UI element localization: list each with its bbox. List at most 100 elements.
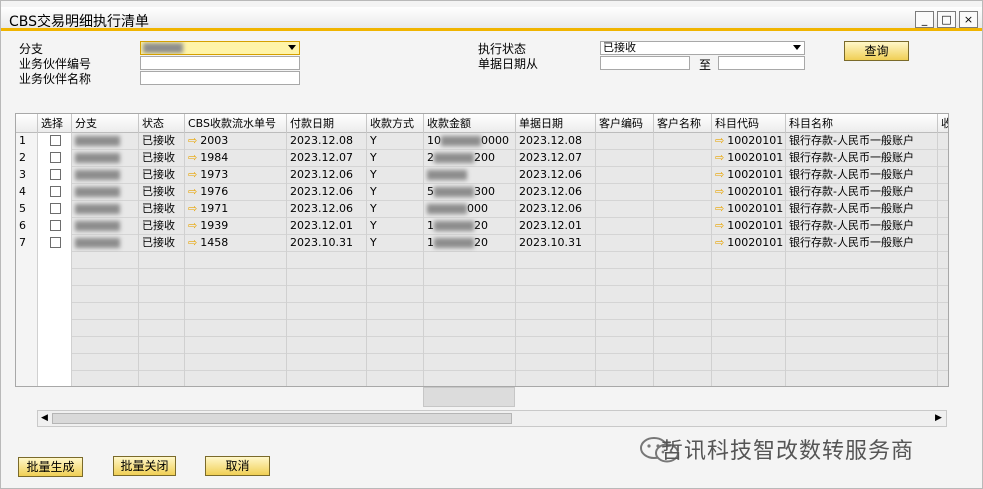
table-row[interactable]: 6 已接收 ⇨ 1939 2023.12.01 Y 1 20 2023.12.01 ⇨ 100201… bbox=[16, 218, 948, 235]
select-checkbox[interactable] bbox=[50, 169, 61, 180]
scroll-thumb[interactable] bbox=[52, 413, 512, 424]
window-title: CBS交易明细执行清单 bbox=[9, 14, 150, 30]
customer-code-cell bbox=[596, 133, 654, 150]
link-arrow-icon[interactable]: ⇨ bbox=[188, 235, 197, 251]
batch-close-button[interactable]: 批量关闭 bbox=[113, 456, 176, 476]
header-pay-date[interactable]: 付款日期 bbox=[287, 114, 367, 133]
select-cell bbox=[38, 218, 72, 235]
scroll-right-icon[interactable]: ▶ bbox=[935, 413, 942, 423]
select-checkbox[interactable] bbox=[50, 152, 61, 163]
date-from-input[interactable] bbox=[600, 56, 690, 70]
status-cell: 已接收 bbox=[139, 150, 185, 167]
link-arrow-icon[interactable]: ⇨ bbox=[715, 167, 724, 183]
table-row[interactable] bbox=[16, 354, 948, 371]
header-customer-code[interactable]: 客户编码 bbox=[596, 114, 654, 133]
title-bar[interactable]: CBS交易明细执行清单 _ □ × bbox=[1, 7, 982, 31]
date-to-input[interactable] bbox=[718, 56, 805, 70]
account-name-cell: 银行存款-人民币一般账户 bbox=[786, 201, 938, 218]
header-amount[interactable]: 收款金额 bbox=[424, 114, 516, 133]
link-arrow-icon[interactable]: ⇨ bbox=[715, 201, 724, 217]
select-checkbox[interactable] bbox=[50, 220, 61, 231]
empty-cell bbox=[287, 371, 367, 386]
table-row[interactable] bbox=[16, 337, 948, 354]
table-row[interactable] bbox=[16, 303, 948, 320]
header-serial[interactable]: CBS收款流水单号 bbox=[185, 114, 287, 133]
link-arrow-icon[interactable]: ⇨ bbox=[715, 150, 724, 166]
account-code-value: 10020101 bbox=[727, 168, 784, 181]
method-cell: Y bbox=[367, 235, 424, 252]
branch-redacted bbox=[75, 153, 120, 163]
vertical-scrollbar[interactable]: ▲ ▼ bbox=[948, 133, 949, 387]
table-row[interactable] bbox=[16, 371, 948, 386]
select-checkbox[interactable] bbox=[50, 203, 61, 214]
table-row[interactable]: 4 已接收 ⇨ 1976 2023.12.06 Y 5 300 2023.12.06 ⇨ 10020… bbox=[16, 184, 948, 201]
empty-cell bbox=[16, 320, 38, 337]
horizontal-scrollbar[interactable]: ◀ ▶ bbox=[37, 410, 947, 427]
main-window: CBS交易明细执行清单 _ □ × 分支 业务伙伴编号 业务伙伴名称 执行状态 … bbox=[0, 0, 983, 489]
header-extra[interactable]: 收 bbox=[938, 114, 948, 133]
account-name-cell: 银行存款-人民币一般账户 bbox=[786, 133, 938, 150]
select-checkbox[interactable] bbox=[50, 237, 61, 248]
amount-cell: 10 0000 bbox=[424, 133, 516, 150]
link-arrow-icon[interactable]: ⇨ bbox=[188, 184, 197, 200]
empty-cell bbox=[516, 303, 596, 320]
link-arrow-icon[interactable]: ⇨ bbox=[715, 218, 724, 234]
maximize-button[interactable]: □ bbox=[937, 11, 956, 28]
empty-cell bbox=[516, 286, 596, 303]
empty-cell bbox=[185, 337, 287, 354]
link-arrow-icon[interactable]: ⇨ bbox=[188, 201, 197, 217]
link-arrow-icon[interactable]: ⇨ bbox=[188, 218, 197, 234]
header-branch[interactable]: 分支 bbox=[72, 114, 139, 133]
table-row[interactable] bbox=[16, 269, 948, 286]
minimize-button[interactable]: _ bbox=[915, 11, 934, 28]
header-account-name[interactable]: 科目名称 bbox=[786, 114, 938, 133]
link-arrow-icon[interactable]: ⇨ bbox=[715, 235, 724, 251]
link-arrow-icon[interactable]: ⇨ bbox=[188, 167, 197, 183]
doc-date-cell: 2023.12.06 bbox=[516, 184, 596, 201]
table-row[interactable]: 3 已接收 ⇨ 1973 2023.12.06 Y 2023.12.06 ⇨ 10020101 银… bbox=[16, 167, 948, 184]
header-customer-name[interactable]: 客户名称 bbox=[654, 114, 712, 133]
partner-code-input[interactable] bbox=[140, 56, 300, 70]
table-row[interactable]: 1 已接收 ⇨ 2003 2023.12.08 Y 10 0000 2023.12.08 ⇨ 100… bbox=[16, 133, 948, 150]
empty-cell bbox=[16, 286, 38, 303]
row-number: 7 bbox=[16, 235, 38, 252]
empty-cell bbox=[424, 320, 516, 337]
table-row[interactable]: 2 已接收 ⇨ 1984 2023.12.07 Y 2 200 2023.12.07 ⇨ 10020… bbox=[16, 150, 948, 167]
branch-select[interactable] bbox=[140, 41, 300, 55]
empty-cell bbox=[424, 252, 516, 269]
header-method[interactable]: 收款方式 bbox=[367, 114, 424, 133]
table-row[interactable]: 7 已接收 ⇨ 1458 2023.10.31 Y 1 20 2023.10.31 ⇨ 100201… bbox=[16, 235, 948, 252]
select-checkbox[interactable] bbox=[50, 186, 61, 197]
empty-cell bbox=[72, 303, 139, 320]
amount-redacted bbox=[434, 153, 474, 163]
serial-cell: ⇨ 1458 bbox=[185, 235, 287, 252]
status-cell: 已接收 bbox=[139, 201, 185, 218]
header-status[interactable]: 状态 bbox=[139, 114, 185, 133]
batch-generate-button[interactable]: 批量生成 bbox=[18, 457, 83, 477]
table-row[interactable] bbox=[16, 320, 948, 337]
empty-cell bbox=[654, 337, 712, 354]
select-checkbox[interactable] bbox=[50, 135, 61, 146]
link-arrow-icon[interactable]: ⇨ bbox=[715, 133, 724, 149]
header-account-code[interactable]: 科目代码 bbox=[712, 114, 786, 133]
link-arrow-icon[interactable]: ⇨ bbox=[188, 133, 197, 149]
link-arrow-icon[interactable]: ⇨ bbox=[188, 150, 197, 166]
header-select[interactable]: 选择 bbox=[38, 114, 72, 133]
header-doc-date[interactable]: 单据日期 bbox=[516, 114, 596, 133]
partner-name-input[interactable] bbox=[140, 71, 300, 85]
close-button[interactable]: × bbox=[959, 11, 978, 28]
table-row[interactable] bbox=[16, 252, 948, 269]
empty-cell bbox=[654, 303, 712, 320]
empty-cell bbox=[38, 286, 72, 303]
partner-name-label: 业务伙伴名称 bbox=[19, 72, 92, 86]
table-row[interactable] bbox=[16, 286, 948, 303]
query-button[interactable]: 查询 bbox=[844, 41, 909, 61]
cancel-button[interactable]: 取消 bbox=[205, 456, 270, 476]
empty-cell bbox=[596, 303, 654, 320]
link-arrow-icon[interactable]: ⇨ bbox=[715, 184, 724, 200]
table-row[interactable]: 5 已接收 ⇨ 1971 2023.12.06 Y 000 2023.12.06 ⇨ 100201… bbox=[16, 201, 948, 218]
scroll-left-icon[interactable]: ◀ bbox=[41, 413, 48, 423]
account-code-cell: ⇨ 10020101 bbox=[712, 184, 786, 201]
customer-code-cell bbox=[596, 218, 654, 235]
status-select[interactable]: 已接收 bbox=[600, 41, 805, 55]
